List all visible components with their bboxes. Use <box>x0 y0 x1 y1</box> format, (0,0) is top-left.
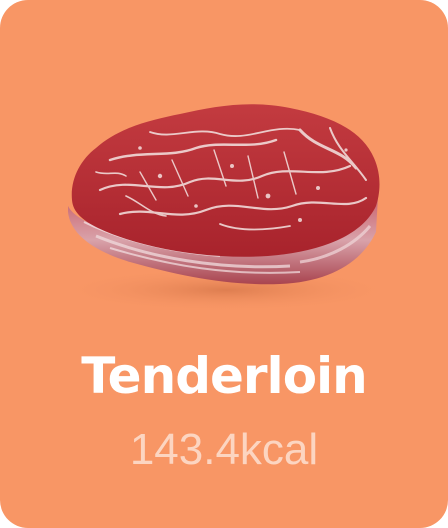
food-name: Tenderloin <box>81 347 368 405</box>
steak-image <box>0 0 448 330</box>
calorie-value: 143.4kcal <box>129 425 319 474</box>
food-card[interactable]: Tenderloin 143.4kcal <box>0 0 448 528</box>
